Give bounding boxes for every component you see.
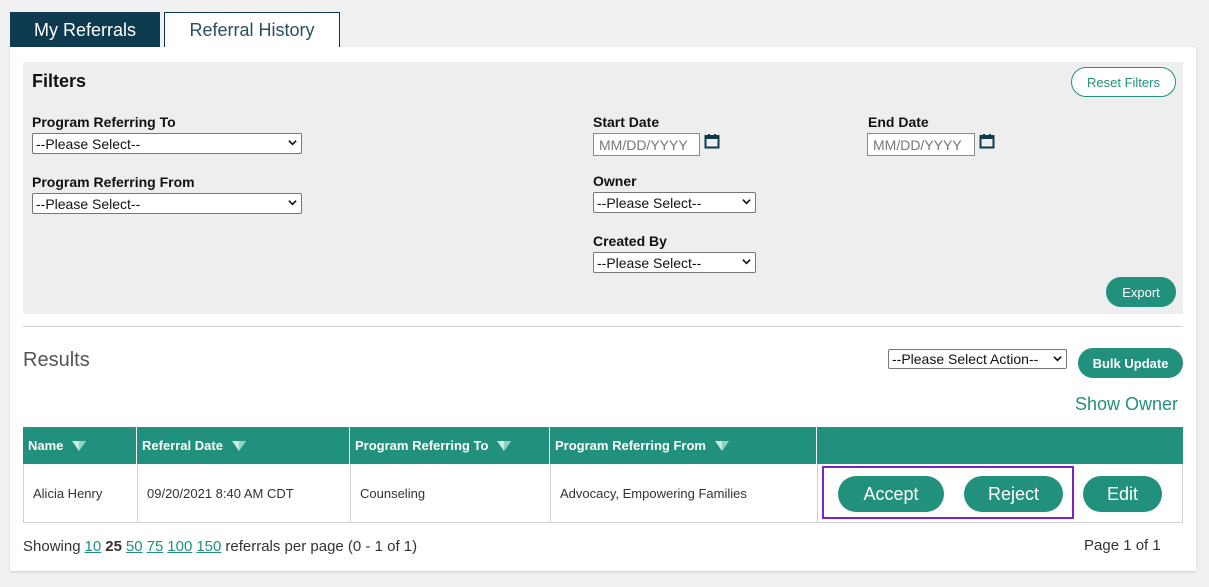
filters-panel: Filters Reset Filters Program Referring …	[23, 62, 1183, 314]
column-header-referral-date[interactable]: Referral Date	[137, 427, 350, 464]
cell-referral-date: 09/20/2021 8:40 AM CDT	[137, 464, 351, 523]
page-size-10-link[interactable]: 10	[85, 538, 102, 555]
owner-value: --Please Select--	[597, 194, 702, 211]
sort-icon[interactable]	[714, 440, 730, 452]
column-header-name[interactable]: Name	[23, 427, 137, 464]
page-size-25-current: 25	[105, 538, 122, 555]
calendar-icon[interactable]	[979, 133, 995, 149]
program-referring-to-value: --Please Select--	[36, 135, 141, 152]
reset-filters-button[interactable]: Reset Filters	[1071, 67, 1176, 97]
pagination-summary: Showing 10 25 50 75 100 150 referrals pe…	[23, 538, 417, 555]
sort-icon[interactable]	[71, 440, 87, 452]
column-header-label: Referral Date	[142, 438, 223, 453]
program-referring-to-select[interactable]: --Please Select--	[32, 133, 302, 154]
chevron-down-icon	[288, 200, 297, 206]
filters-title: Filters	[32, 71, 87, 91]
page-size-75-link[interactable]: 75	[147, 538, 164, 555]
tab-my-referrals[interactable]: My Referrals	[10, 12, 160, 48]
program-referring-to-label: Program Referring To	[32, 114, 176, 130]
main-card: Filters Reset Filters Program Referring …	[10, 47, 1196, 571]
created-by-value: --Please Select--	[597, 254, 702, 271]
calendar-icon[interactable]	[704, 133, 720, 149]
chevron-down-icon	[742, 259, 751, 265]
sort-icon[interactable]	[231, 440, 247, 452]
column-header-program-referring-to[interactable]: Program Referring To	[350, 427, 550, 464]
bulk-update-button[interactable]: Bulk Update	[1078, 348, 1183, 378]
end-date-input[interactable]: MM/DD/YYYY	[867, 133, 975, 156]
cell-program-referring-from: Advocacy, Empowering Families	[550, 464, 818, 523]
column-header-actions	[817, 427, 1183, 464]
results-title: Results	[23, 349, 90, 371]
show-owner-link[interactable]: Show Owner	[1075, 394, 1178, 415]
accept-reject-highlight	[822, 466, 1074, 519]
end-date-label: End Date	[868, 114, 929, 130]
edit-button[interactable]: Edit	[1083, 476, 1162, 512]
cell-program-referring-to: Counseling	[350, 464, 551, 523]
export-button[interactable]: Export	[1106, 277, 1176, 307]
start-date-input[interactable]: MM/DD/YYYY	[593, 133, 700, 156]
created-by-select[interactable]: --Please Select--	[593, 252, 756, 273]
bulk-action-select[interactable]: --Please Select Action--	[888, 349, 1067, 369]
page-size-150-link[interactable]: 150	[196, 538, 221, 555]
column-header-label: Name	[28, 438, 64, 453]
column-header-label: Program Referring To	[355, 438, 489, 453]
cell-name: Alicia Henry	[23, 464, 138, 523]
owner-select[interactable]: --Please Select--	[593, 192, 756, 213]
tab-referral-history[interactable]: Referral History	[164, 12, 340, 48]
column-header-program-referring-from[interactable]: Program Referring From	[550, 427, 817, 464]
start-date-label: Start Date	[593, 114, 660, 130]
page-indicator: Page 1 of 1	[1084, 537, 1161, 554]
program-referring-from-select[interactable]: --Please Select--	[32, 193, 302, 214]
column-header-label: Program Referring From	[555, 438, 706, 453]
bulk-action-value: --Please Select Action--	[892, 351, 1039, 367]
chevron-down-icon	[1053, 356, 1062, 362]
created-by-label: Created By	[593, 233, 667, 249]
page-size-100-link[interactable]: 100	[167, 538, 192, 555]
divider	[23, 326, 1183, 327]
sort-icon[interactable]	[496, 440, 512, 452]
owner-label: Owner	[593, 173, 637, 189]
chevron-down-icon	[288, 140, 297, 146]
program-referring-from-label: Program Referring From	[32, 174, 195, 190]
pagination-suffix: referrals per page (0 - 1 of 1)	[225, 538, 418, 555]
chevron-down-icon	[742, 199, 751, 205]
program-referring-from-value: --Please Select--	[36, 195, 141, 212]
page-size-50-link[interactable]: 50	[126, 538, 143, 555]
pagination-prefix: Showing	[23, 538, 81, 555]
